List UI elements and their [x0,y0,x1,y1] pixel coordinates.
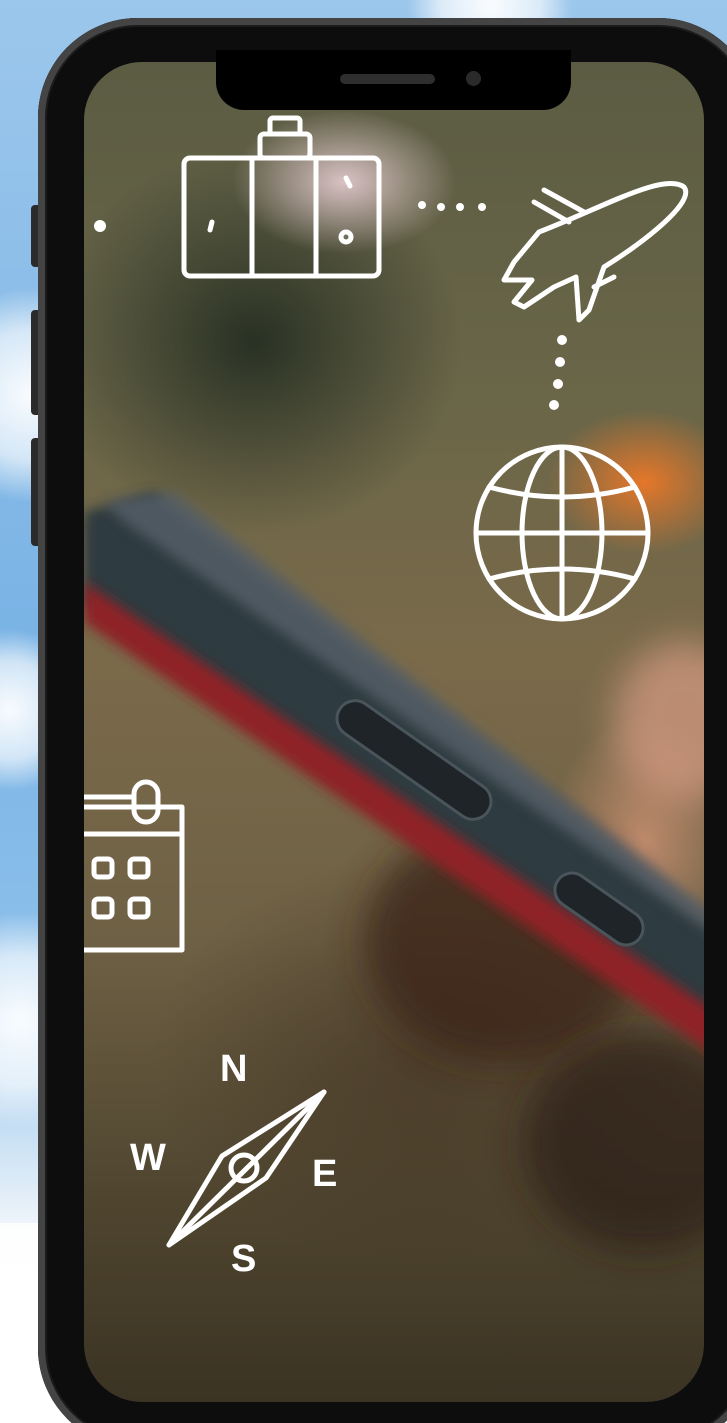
compass-east-label: E [312,1153,338,1195]
phone-screen: N E W S [84,62,704,1402]
front-camera [466,71,481,86]
airplane-icon [501,180,689,323]
travel-doodles [84,115,689,1248]
compass-north-label: N [220,1048,248,1090]
calendar-icon [84,779,185,953]
background-scene: N E W S [0,0,727,1423]
compass-south-label: S [231,1238,257,1280]
dotted-path [94,201,567,410]
suitcase-icon [181,115,382,279]
globe-icon [473,444,651,622]
compass-icon [166,1089,327,1248]
compass-west-label: W [130,1137,166,1179]
earpiece-speaker [340,74,435,84]
